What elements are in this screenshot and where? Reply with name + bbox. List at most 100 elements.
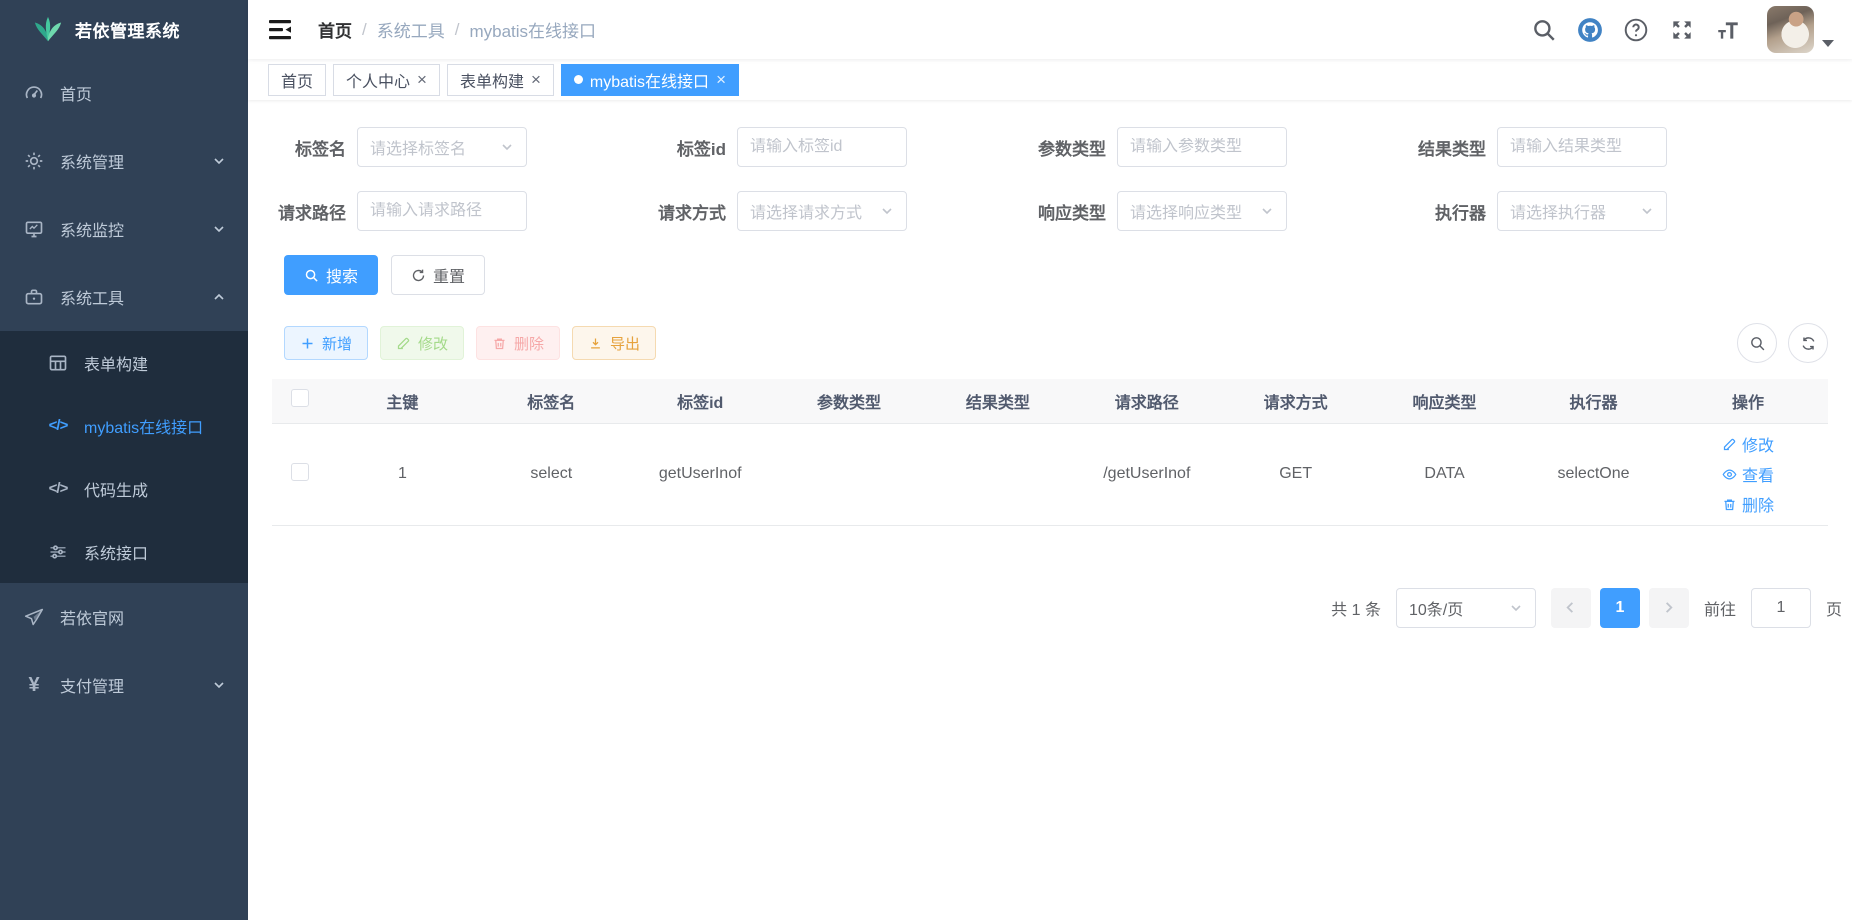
yen-icon: ¥ (24, 675, 44, 695)
request-path-input[interactable] (370, 202, 514, 220)
add-button[interactable]: 新增 (284, 326, 368, 360)
export-button[interactable]: 导出 (572, 326, 656, 360)
filter-executor: 执行器 请选择执行器 (1412, 191, 1677, 231)
tab-label: mybatis在线接口 (590, 68, 709, 92)
close-icon[interactable]: × (417, 71, 427, 88)
select-placeholder: 请选择响应类型 (1130, 199, 1260, 223)
page-content: 标签名 请选择标签名 标签id 参数类型 (248, 100, 1852, 920)
search-actions: 搜索 重置 (284, 255, 1828, 295)
sidebar-item-system-management[interactable]: 系统管理 (0, 127, 248, 195)
app-title: 若依管理系统 (75, 17, 180, 42)
sidebar-item-form-builder[interactable]: 表单构建 (0, 331, 248, 394)
sidebar-toggle-icon[interactable] (268, 19, 292, 41)
select-all-checkbox[interactable] (291, 389, 309, 407)
row-view-label: 查看 (1742, 462, 1774, 486)
cell-executor: selectOne (1519, 423, 1668, 525)
edit-button-label: 修改 (418, 333, 448, 354)
search-button[interactable]: 搜索 (284, 255, 378, 295)
goto-page-input[interactable] (1751, 588, 1811, 628)
sidebar-submenu-system-tools: 表单构建 </> mybatis在线接口 </> 代码生成 (0, 331, 248, 583)
chevron-down-icon (1509, 601, 1523, 615)
col-request-path: 请求路径 (1072, 379, 1221, 423)
sidebar-item-label: 代码生成 (84, 477, 148, 501)
sidebar-item-label: 首页 (60, 81, 92, 105)
page-number-1[interactable]: 1 (1600, 588, 1640, 628)
sidebar-item-system-tools[interactable]: 系统工具 (0, 263, 248, 331)
tag-id-field-box (737, 127, 907, 167)
field-label: 参数类型 (1032, 135, 1117, 160)
col-executor: 执行器 (1519, 379, 1668, 423)
close-icon[interactable]: × (531, 71, 541, 88)
prev-page-button[interactable] (1551, 588, 1591, 628)
col-operations: 操作 (1668, 379, 1828, 423)
user-menu[interactable] (1767, 6, 1834, 53)
github-icon[interactable] (1577, 17, 1603, 43)
search-icon[interactable] (1531, 17, 1557, 43)
col-response-type: 响应类型 (1370, 379, 1519, 423)
sidebar-item-mybatis-online-api[interactable]: </> mybatis在线接口 (0, 394, 248, 457)
refresh-icon (1800, 335, 1817, 352)
sidebar: 若依管理系统 首页 系统管理 (0, 0, 248, 920)
tab-mybatis-online-api[interactable]: mybatis在线接口 × (561, 64, 739, 96)
next-page-button[interactable] (1649, 588, 1689, 628)
param-type-input[interactable] (1130, 138, 1274, 156)
delete-button[interactable]: 删除 (476, 326, 560, 360)
sidebar-item-system-api[interactable]: 系统接口 (0, 520, 248, 583)
fullscreen-icon[interactable] (1669, 17, 1695, 43)
field-label: 结果类型 (1412, 135, 1497, 160)
chevron-right-icon (1662, 601, 1675, 614)
sidebar-item-official-site[interactable]: 若依官网 (0, 583, 248, 651)
page-size-select[interactable]: 10条/页 (1396, 588, 1536, 628)
top-navbar: 首页 / 系统工具 / mybatis在线接口 (248, 0, 1852, 59)
filter-param-type: 参数类型 (1032, 127, 1297, 167)
breadcrumb-home[interactable]: 首页 (318, 17, 352, 42)
chevron-down-icon (212, 154, 226, 168)
cell-tag-name: select (477, 423, 626, 525)
tab-profile[interactable]: 个人中心 × (333, 64, 440, 96)
sidebar-item-label: 系统接口 (84, 540, 148, 564)
response-type-select[interactable]: 请选择响应类型 (1117, 191, 1287, 231)
field-label: 请求方式 (652, 199, 737, 224)
toolbar-right-actions (1737, 323, 1828, 363)
select-placeholder: 请选择请求方式 (750, 199, 880, 223)
close-icon[interactable]: × (716, 71, 726, 88)
edit-button[interactable]: 修改 (380, 326, 464, 360)
reset-button[interactable]: 重置 (391, 255, 485, 295)
font-size-icon[interactable] (1715, 17, 1741, 43)
monitor-icon (24, 219, 44, 239)
avatar[interactable] (1767, 6, 1814, 53)
code-icon: </> (48, 479, 68, 499)
help-icon[interactable] (1623, 17, 1649, 43)
cell-request-path: /getUserInof (1072, 423, 1221, 525)
col-tag-name: 标签名 (477, 379, 626, 423)
sidebar-item-payment-management[interactable]: ¥ 支付管理 (0, 651, 248, 719)
executor-select[interactable]: 请选择执行器 (1497, 191, 1667, 231)
edit-icon (396, 336, 411, 351)
request-path-field-box (357, 191, 527, 231)
sidebar-item-system-monitor[interactable]: 系统监控 (0, 195, 248, 263)
caret-down-icon (1822, 40, 1834, 47)
row-view-link[interactable]: 查看 (1722, 462, 1774, 486)
tag-id-input[interactable] (750, 138, 894, 156)
sidebar-item-code-generation[interactable]: </> 代码生成 (0, 457, 248, 520)
row-checkbox[interactable] (291, 463, 309, 481)
result-type-input[interactable] (1510, 138, 1654, 156)
filter-response-type: 响应类型 请选择响应类型 (1032, 191, 1297, 231)
request-method-select[interactable]: 请选择请求方式 (737, 191, 907, 231)
select-placeholder: 请选择标签名 (370, 135, 500, 159)
tab-home[interactable]: 首页 (268, 64, 326, 96)
show-search-button[interactable] (1737, 323, 1777, 363)
row-select-cell (272, 423, 328, 525)
chevron-up-icon (212, 290, 226, 304)
tab-form-builder[interactable]: 表单构建 × (447, 64, 554, 96)
row-edit-link[interactable]: 修改 (1722, 432, 1774, 456)
app-logo[interactable]: 若依管理系统 (0, 0, 248, 59)
refresh-table-button[interactable] (1788, 323, 1828, 363)
navbar-actions (1531, 6, 1834, 53)
tag-name-select[interactable]: 请选择标签名 (357, 127, 527, 167)
row-delete-link[interactable]: 删除 (1722, 492, 1774, 516)
sidebar-item-label: 系统工具 (60, 285, 124, 309)
sidebar-item-home[interactable]: 首页 (0, 59, 248, 127)
main-area: 首页 / 系统工具 / mybatis在线接口 (248, 0, 1852, 920)
add-button-label: 新增 (322, 333, 352, 354)
